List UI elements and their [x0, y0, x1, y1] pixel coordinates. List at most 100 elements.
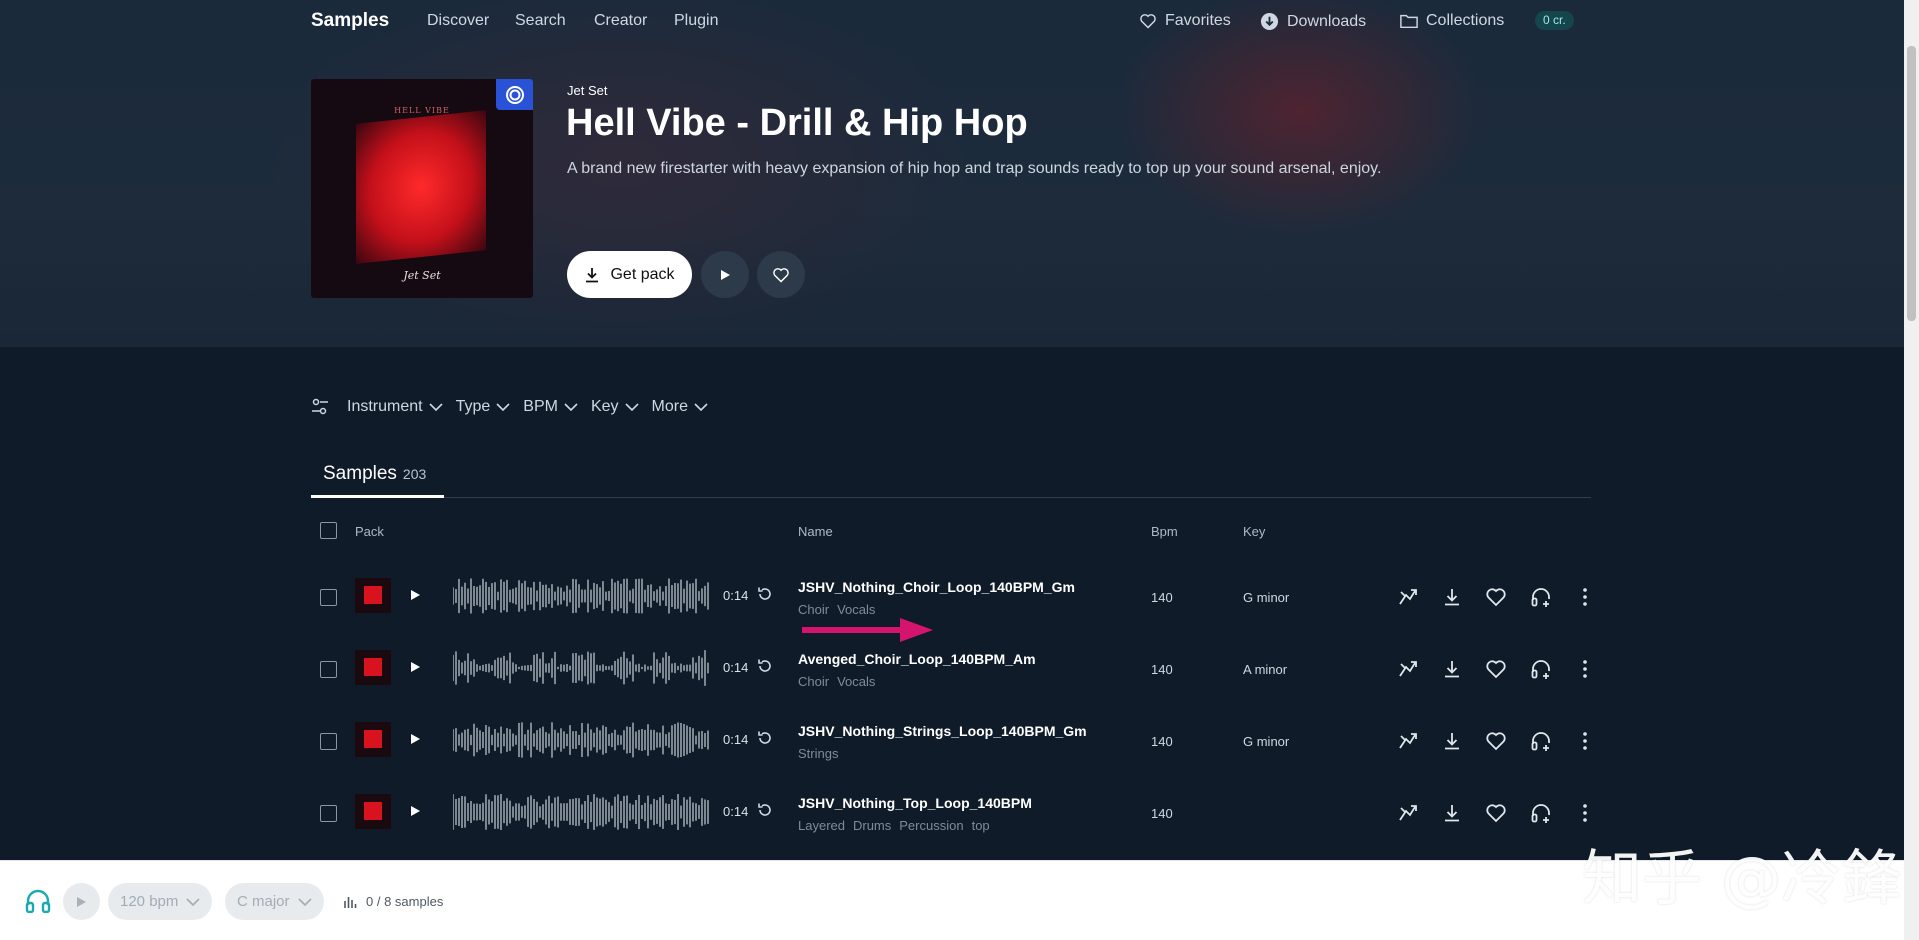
pack-publisher[interactable]: Jet Set: [567, 83, 607, 98]
waveform[interactable]: [453, 722, 709, 758]
row-checkbox[interactable]: [320, 733, 337, 750]
pack-badge-icon: [496, 79, 533, 110]
tab-samples[interactable]: Samples 203: [311, 455, 444, 498]
nav-discover[interactable]: Discover: [427, 12, 489, 30]
download-circle-icon: [1260, 12, 1279, 31]
filter-type[interactable]: Type: [456, 398, 511, 416]
row-play-button[interactable]: [409, 588, 421, 606]
loop-icon: [758, 731, 771, 744]
headphones-icon[interactable]: [25, 889, 51, 913]
filter-key[interactable]: Key: [591, 398, 639, 416]
similar-sounds-button[interactable]: [1397, 658, 1419, 680]
more-options-button[interactable]: [1574, 730, 1596, 752]
favorite-button[interactable]: [1485, 802, 1507, 824]
sample-name[interactable]: JSHV_Nothing_Choir_Loop_140BPM_Gm: [798, 579, 1075, 595]
row-checkbox[interactable]: [320, 805, 337, 822]
col-header-pack[interactable]: Pack: [355, 524, 384, 539]
sample-tag[interactable]: top: [972, 818, 990, 833]
sample-name[interactable]: JSHV_Nothing_Top_Loop_140BPM: [798, 795, 1032, 811]
scrollbar-thumb[interactable]: [1907, 46, 1916, 321]
tab-bar: Samples 203: [311, 455, 1591, 498]
more-vertical-icon: [1583, 588, 1587, 606]
loop-icon[interactable]: [757, 802, 773, 823]
pack-thumbnail[interactable]: [355, 794, 391, 829]
favorite-button[interactable]: [1485, 730, 1507, 752]
sample-name[interactable]: Avenged_Choir_Loop_140BPM_Am: [798, 651, 1036, 667]
download-button[interactable]: [1441, 658, 1463, 680]
downloads-link[interactable]: Downloads: [1260, 12, 1366, 31]
get-pack-button[interactable]: Get pack: [567, 251, 692, 298]
similar-sounds-button[interactable]: [1397, 586, 1419, 608]
nav-plugin[interactable]: Plugin: [674, 12, 718, 30]
waveform[interactable]: [453, 794, 709, 830]
filter-settings-button[interactable]: [311, 398, 329, 416]
downloads-label: Downloads: [1287, 12, 1367, 30]
row-play-button[interactable]: [409, 732, 421, 750]
sample-key: A minor: [1243, 662, 1288, 677]
sample-duration: 0:14: [723, 804, 749, 819]
add-to-collection-button[interactable]: [1530, 658, 1552, 680]
row-play-button[interactable]: [409, 660, 421, 678]
add-to-collection-button[interactable]: [1530, 586, 1552, 608]
row-checkbox[interactable]: [320, 589, 337, 606]
sample-tags: Choir Vocals: [798, 674, 883, 689]
play-pack-button[interactable]: [701, 251, 749, 298]
sample-name[interactable]: JSHV_Nothing_Strings_Loop_140BPM_Gm: [798, 723, 1087, 739]
play-icon: [411, 662, 420, 672]
filter-more[interactable]: More: [652, 398, 708, 416]
more-options-button[interactable]: [1574, 586, 1596, 608]
row-play-button[interactable]: [409, 804, 421, 822]
waveform[interactable]: [453, 650, 709, 686]
favorites-link[interactable]: Favorites: [1139, 12, 1231, 30]
pack-thumbnail[interactable]: [355, 578, 391, 613]
sample-tag[interactable]: Layered: [798, 818, 845, 833]
col-header-key[interactable]: Key: [1243, 524, 1265, 539]
credits-badge[interactable]: 0 cr.: [1535, 11, 1574, 30]
loop-icon[interactable]: [757, 730, 773, 751]
select-all-checkbox[interactable]: [320, 522, 337, 539]
bpm-selector[interactable]: 120 bpm: [108, 883, 213, 920]
sample-tag[interactable]: Strings: [798, 746, 838, 761]
filter-instrument[interactable]: Instrument: [347, 398, 443, 416]
similar-sounds-button[interactable]: [1397, 730, 1419, 752]
pack-thumbnail[interactable]: [355, 650, 391, 685]
sample-tag[interactable]: Drums: [853, 818, 891, 833]
sample-tag[interactable]: Choir: [798, 674, 829, 689]
filter-bpm[interactable]: BPM: [523, 398, 578, 416]
col-header-bpm[interactable]: Bpm: [1151, 524, 1178, 539]
sample-tag[interactable]: Vocals: [837, 674, 875, 689]
key-selector[interactable]: C major: [225, 883, 324, 920]
pack-thumbnail[interactable]: [355, 722, 391, 757]
play-icon: [411, 734, 420, 744]
filter-label: Type: [455, 398, 491, 415]
nav-search[interactable]: Search: [515, 12, 566, 30]
get-pack-label: Get pack: [610, 265, 675, 283]
add-to-collection-button[interactable]: [1530, 802, 1552, 824]
chevron-down-icon: [297, 897, 312, 906]
collections-link[interactable]: Collections: [1400, 12, 1504, 30]
download-button[interactable]: [1441, 802, 1463, 824]
download-icon: [1445, 733, 1459, 750]
more-options-button[interactable]: [1574, 658, 1596, 680]
add-to-collection-button[interactable]: [1530, 730, 1552, 752]
heart-icon: [1486, 732, 1506, 751]
row-checkbox[interactable]: [320, 661, 337, 678]
favorite-pack-button[interactable]: [757, 251, 805, 298]
loop-icon[interactable]: [757, 658, 773, 679]
col-header-name[interactable]: Name: [798, 524, 833, 539]
sample-tag[interactable]: Percussion: [899, 818, 963, 833]
player-play-button[interactable]: [63, 883, 100, 920]
nav-creator[interactable]: Creator: [594, 12, 647, 30]
download-icon: [1445, 661, 1459, 678]
samples-logo[interactable]: Samples: [311, 10, 389, 32]
favorite-button[interactable]: [1485, 658, 1507, 680]
waveform[interactable]: [453, 578, 709, 614]
favorite-button[interactable]: [1485, 586, 1507, 608]
more-vertical-icon: [1583, 804, 1587, 822]
download-button[interactable]: [1441, 586, 1463, 608]
download-button[interactable]: [1441, 730, 1463, 752]
similar-sounds-button[interactable]: [1397, 802, 1419, 824]
loop-icon[interactable]: [757, 586, 773, 607]
more-options-button[interactable]: [1574, 802, 1596, 824]
play-icon: [411, 806, 420, 816]
